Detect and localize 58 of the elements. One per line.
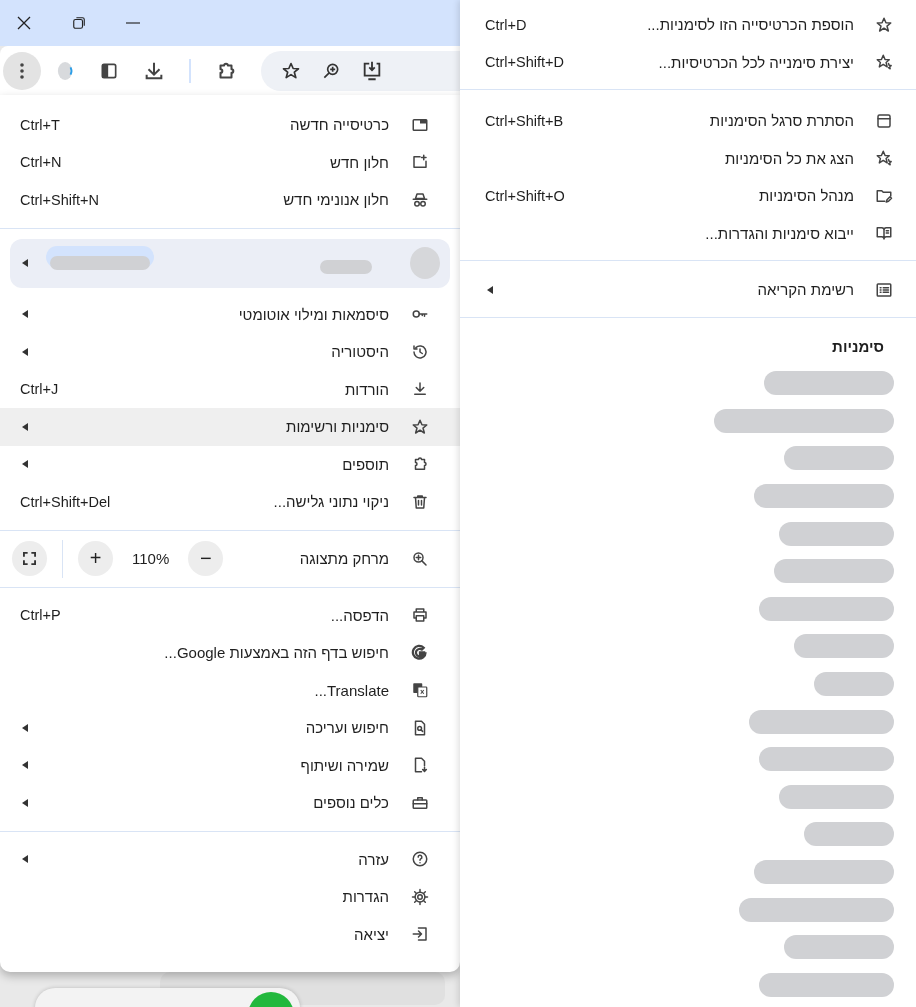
menu-item[interactable]: עזרה xyxy=(0,840,460,878)
shortcut-text: Ctrl+Shift+D xyxy=(485,54,564,71)
shortcut-text: Ctrl+D xyxy=(485,16,527,33)
gear-icon xyxy=(411,887,429,906)
shortcut-text: Ctrl+J xyxy=(20,381,59,398)
google-icon xyxy=(411,643,429,662)
zoom-out-button[interactable]: − xyxy=(188,541,224,576)
menu-item[interactable]: היסטוריה xyxy=(0,333,460,371)
stars-icon xyxy=(875,53,893,72)
menu-item[interactable]: סיסמאות ומילוי אוטומטי xyxy=(0,295,460,333)
menu-item[interactable]: Translate... xyxy=(0,671,460,709)
translate-icon xyxy=(411,681,429,700)
menu-item[interactable]: הגדרות xyxy=(0,878,460,916)
shortcut-text: Ctrl+N xyxy=(20,154,62,171)
menu-item[interactable]: רשימת הקריאה xyxy=(460,271,916,309)
avatar-icon xyxy=(410,247,440,279)
menu-item[interactable]: שמירה ושיתוף xyxy=(0,746,460,784)
zoom-in-button[interactable]: + xyxy=(78,541,113,576)
exit-icon xyxy=(411,925,429,944)
menu-button[interactable] xyxy=(3,51,41,90)
book-icon xyxy=(875,224,893,243)
bookmark-bar-icon xyxy=(875,111,893,130)
section-heading: סימניות xyxy=(832,336,885,355)
star-icon[interactable] xyxy=(281,60,301,81)
menu-item[interactable]: סימניות ורשימות xyxy=(0,408,460,446)
close-icon[interactable] xyxy=(16,15,32,31)
shortcut-text: Ctrl+Shift+O xyxy=(485,187,565,204)
more-icon xyxy=(20,61,24,80)
fullscreen-icon xyxy=(23,552,36,565)
menu-item[interactable]: ייבוא סימניות והגדרות... xyxy=(460,214,916,252)
zoom-label: מרחק מתצוגה xyxy=(299,550,389,567)
restore-icon[interactable] xyxy=(72,16,86,30)
address-bar[interactable] xyxy=(261,50,460,91)
trash-icon xyxy=(411,492,429,511)
incognito-icon xyxy=(411,190,429,209)
menu-item[interactable]: יציאה xyxy=(0,915,460,953)
history-icon xyxy=(411,342,429,361)
install-icon[interactable] xyxy=(361,59,383,82)
redaction-mark xyxy=(320,260,372,274)
menu-item[interactable]: חיפוש בדף הזה באמצעות Google... xyxy=(0,634,460,672)
stars-icon xyxy=(875,149,893,168)
fullscreen-button[interactable] xyxy=(12,541,47,576)
shortcut-text: Ctrl+Shift+B xyxy=(485,112,564,129)
shortcut-text: Ctrl+Shift+Del xyxy=(20,493,111,510)
zoom-level-text: 110% xyxy=(132,550,170,567)
shortcut-text: Ctrl+T xyxy=(20,116,60,133)
star-icon xyxy=(411,417,429,436)
menu-item[interactable]: תוספים xyxy=(0,445,460,483)
shortcut-text: Ctrl+Shift+N xyxy=(20,191,99,208)
menu-item[interactable]: כלים נוספים xyxy=(0,784,460,822)
shortcut-text: Ctrl+P xyxy=(20,607,61,624)
zoom-in-icon xyxy=(411,549,429,568)
menu-item[interactable]: הצג את כל הסימניות xyxy=(460,139,916,177)
menu-item[interactable]: חיפוש ועריכה xyxy=(0,709,460,747)
list-icon xyxy=(875,280,893,299)
star-icon xyxy=(875,15,893,34)
printer-icon xyxy=(411,606,429,625)
help-icon xyxy=(411,850,429,869)
